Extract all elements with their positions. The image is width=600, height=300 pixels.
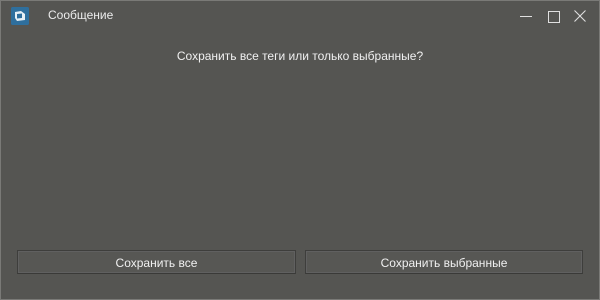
app-icon	[11, 7, 29, 25]
dialog-message: Сохранить все теги или только выбранные?	[176, 49, 424, 63]
save-selected-button[interactable]: Сохранить выбранные	[305, 250, 583, 274]
dialog-window: Сообщение Сохранить все теги или только …	[0, 0, 600, 300]
minimize-icon	[520, 16, 532, 17]
maximize-icon	[548, 11, 560, 23]
window-title: Сообщение	[48, 8, 114, 22]
close-icon	[574, 10, 586, 22]
maximize-button[interactable]	[541, 4, 567, 28]
minimize-button[interactable]	[513, 4, 539, 28]
save-all-button[interactable]: Сохранить все	[17, 250, 296, 274]
title-bar[interactable]: Сообщение	[1, 1, 599, 31]
close-button[interactable]	[567, 4, 593, 28]
